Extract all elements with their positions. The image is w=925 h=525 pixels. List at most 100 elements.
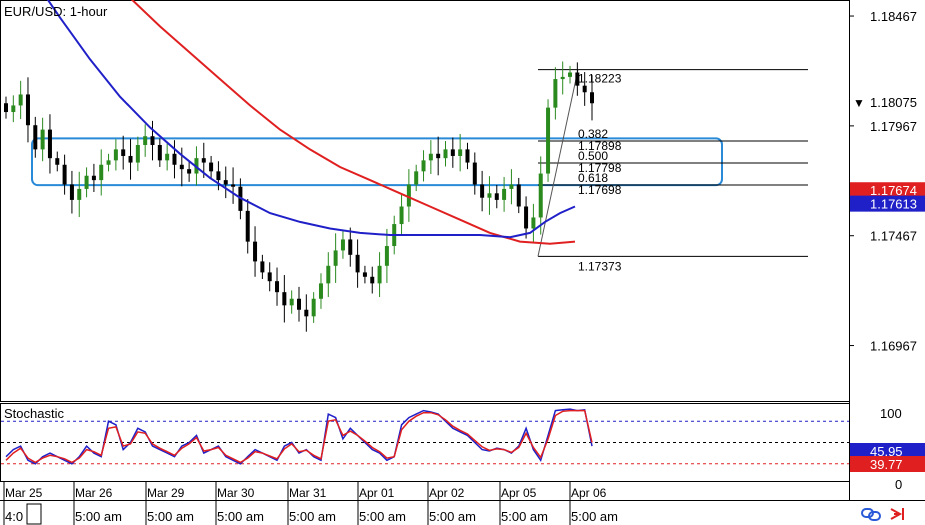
candle-body <box>289 298 294 306</box>
candle-body <box>187 169 192 174</box>
stochastic-line <box>5 409 593 464</box>
candle-body <box>223 180 228 185</box>
stochastic-y-tick-label: 0 <box>895 477 902 492</box>
candle-body <box>47 129 52 159</box>
candle-body <box>25 94 30 126</box>
moving-average-line <box>46 0 576 239</box>
candle-body <box>157 144 162 161</box>
price-tag-label: 1.17613 <box>870 197 917 212</box>
candle-body <box>121 149 126 156</box>
moving-average-line <box>130 0 576 245</box>
candle-body <box>384 246 389 266</box>
stochastic-layer <box>1 408 849 465</box>
candle-body <box>524 206 529 229</box>
candle-body <box>553 79 558 108</box>
main-plot-frame <box>0 0 850 402</box>
forex-chart: 1.182230.3821.178980.5001.177980.6181.17… <box>0 0 925 525</box>
candle-body <box>516 184 521 207</box>
candle-body <box>128 155 133 163</box>
candle-body <box>480 184 485 198</box>
candle-body <box>304 309 309 317</box>
axis-layer: 1.18467 1.17967 1.17467 1.16967 100 0 Mar 25 4:… <box>3 9 917 525</box>
candle-body <box>267 272 272 282</box>
candle-body <box>355 254 360 273</box>
price-tag-marker: ▼ <box>853 96 865 110</box>
jump-to-end-icon[interactable] <box>890 508 904 520</box>
x-date-label: Apr 05 <box>501 486 537 500</box>
candle-body <box>84 175 89 189</box>
candle-body <box>260 261 265 273</box>
candle-body <box>421 160 426 172</box>
x-time-label: 5:00 am <box>359 509 406 524</box>
candle-body <box>33 125 38 150</box>
moving-averages-layer <box>46 0 576 245</box>
candle-body <box>135 144 140 163</box>
candle-body <box>458 149 463 156</box>
x-date-label: Apr 06 <box>571 486 607 500</box>
candle-body <box>275 281 280 293</box>
candle-body <box>297 298 301 310</box>
candle-body <box>502 188 507 200</box>
candle-body <box>62 164 67 185</box>
x-time-label: 4:0 <box>5 509 23 524</box>
candle-body <box>113 149 118 161</box>
x-time-label: 5:00 am <box>289 509 336 524</box>
candle-body <box>11 105 16 113</box>
candle-body <box>318 283 323 299</box>
candle-body <box>209 162 214 172</box>
candle-body <box>179 164 184 170</box>
price-tag-label: 1.18075 <box>870 95 917 110</box>
y-tick-label: 1.17967 <box>870 119 917 134</box>
y-tick-label: 1.17467 <box>870 229 917 244</box>
candle-body <box>326 265 331 284</box>
stochastic-title: Stochastic <box>4 406 64 421</box>
candle-body <box>253 241 258 262</box>
candle-body <box>538 173 543 218</box>
candle-body <box>428 153 433 161</box>
x-axis-cursor-box <box>26 503 42 525</box>
candle-body <box>443 149 448 159</box>
candle-body <box>311 298 316 317</box>
candle-body <box>18 94 23 106</box>
candle-body <box>575 72 580 86</box>
candle-body <box>150 136 155 145</box>
fib-price-label: 1.17373 <box>578 259 622 273</box>
candle-body <box>546 107 551 174</box>
candle-body <box>201 158 206 163</box>
x-time-label: 5:00 am <box>75 509 122 524</box>
candle-body <box>531 217 536 229</box>
candle-body <box>165 153 170 161</box>
candle-body <box>69 184 74 200</box>
chart-title: EUR/USD: 1-hour <box>4 4 108 19</box>
x-date-label: Mar 30 <box>217 486 255 500</box>
stochastic-tag-label: 39.77 <box>870 457 903 472</box>
candle-body <box>377 265 382 284</box>
x-date-label: Mar 31 <box>289 486 327 500</box>
x-time-label: 5:00 am <box>217 509 264 524</box>
x-time-label: 5:00 am <box>429 509 476 524</box>
candle-body <box>172 153 177 165</box>
x-date-label: Mar 26 <box>75 486 113 500</box>
candle-body <box>582 85 587 93</box>
candle-body <box>370 276 375 284</box>
candle-body <box>77 188 82 200</box>
candle-body <box>4 103 8 113</box>
candle-body <box>340 239 345 251</box>
candle-body <box>216 171 221 181</box>
candle-body <box>465 149 470 163</box>
fibonacci-layer: 1.182230.3821.178980.5001.177980.6181.17… <box>537 69 808 273</box>
link-icon[interactable] <box>861 508 881 521</box>
fib-price-label: 1.17698 <box>578 183 622 197</box>
x-date-label: Mar 25 <box>5 486 43 500</box>
x-date-label: Apr 01 <box>359 486 395 500</box>
stochastic-y-tick-label: 100 <box>880 406 902 421</box>
candle-body <box>560 76 565 80</box>
candle-body <box>362 272 367 277</box>
candle-body <box>106 160 111 165</box>
candle-body <box>348 239 353 255</box>
candle-body <box>245 210 250 242</box>
candle-body <box>91 175 96 181</box>
candle-body <box>143 136 148 145</box>
x-date-label: Apr 02 <box>429 486 465 500</box>
candle-body <box>414 171 419 185</box>
